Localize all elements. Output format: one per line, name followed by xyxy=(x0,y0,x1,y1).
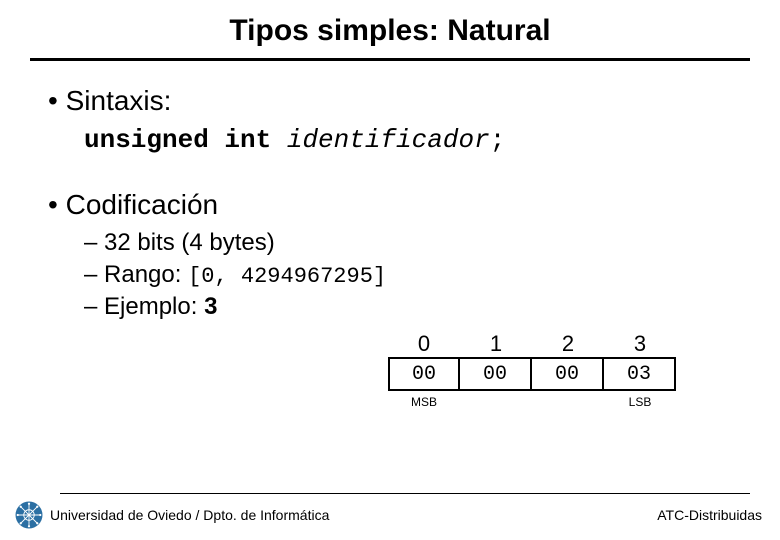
byte-table: 0 1 2 3 00 00 00 03 MSB LSB xyxy=(388,331,732,409)
sub-example: Ejemplo: 3 xyxy=(84,293,732,321)
byte-cell: 00 xyxy=(388,357,460,391)
lsb-label: LSB xyxy=(604,395,676,409)
sub-range: Rango: [0, 4294967295] xyxy=(84,261,732,289)
slide-title: Tipos simples: Natural xyxy=(0,0,780,48)
example-label: Ejemplo: xyxy=(104,293,204,320)
index-cell: 0 xyxy=(388,331,460,357)
sub-bits: 32 bits (4 bytes) xyxy=(84,229,732,257)
slide: Tipos simples: Natural Sintaxis: unsigne… xyxy=(0,0,780,540)
byte-row: 00 00 00 03 xyxy=(388,357,732,391)
bullet-syntax: Sintaxis: xyxy=(48,85,732,117)
byte-cell: 00 xyxy=(532,357,604,391)
footer-rule xyxy=(60,493,750,494)
index-cell: 3 xyxy=(604,331,676,357)
code-identifier: identificador xyxy=(287,125,490,155)
code-semicolon: ; xyxy=(490,125,506,155)
range-value: [0, 4294967295] xyxy=(188,264,386,289)
syntax-code: unsigned int identificador; xyxy=(84,125,732,155)
byte-cell: 00 xyxy=(460,357,532,391)
footer-right-text: ATC-Distribuidas xyxy=(657,507,762,523)
footer: Universidad de Oviedo / Dpto. de Informá… xyxy=(0,493,780,530)
content-area: Sintaxis: unsigned int identificador; Co… xyxy=(0,61,780,409)
index-cell: 1 xyxy=(460,331,532,357)
footer-left-group: Universidad de Oviedo / Dpto. de Informá… xyxy=(14,500,329,530)
bullet-coding: Codificación xyxy=(48,189,732,221)
example-value: 3 xyxy=(204,293,217,320)
footer-left-text: Universidad de Oviedo / Dpto. de Informá… xyxy=(50,507,329,523)
university-logo-icon xyxy=(14,500,44,530)
byte-cell: 03 xyxy=(604,357,676,391)
index-row: 0 1 2 3 xyxy=(388,331,732,357)
footer-row: Universidad de Oviedo / Dpto. de Informá… xyxy=(0,500,780,530)
code-keyword: unsigned int xyxy=(84,125,271,155)
index-cell: 2 xyxy=(532,331,604,357)
range-label: Rango: xyxy=(104,261,188,288)
msb-label: MSB xyxy=(388,395,460,409)
label-row: MSB LSB xyxy=(388,395,676,409)
